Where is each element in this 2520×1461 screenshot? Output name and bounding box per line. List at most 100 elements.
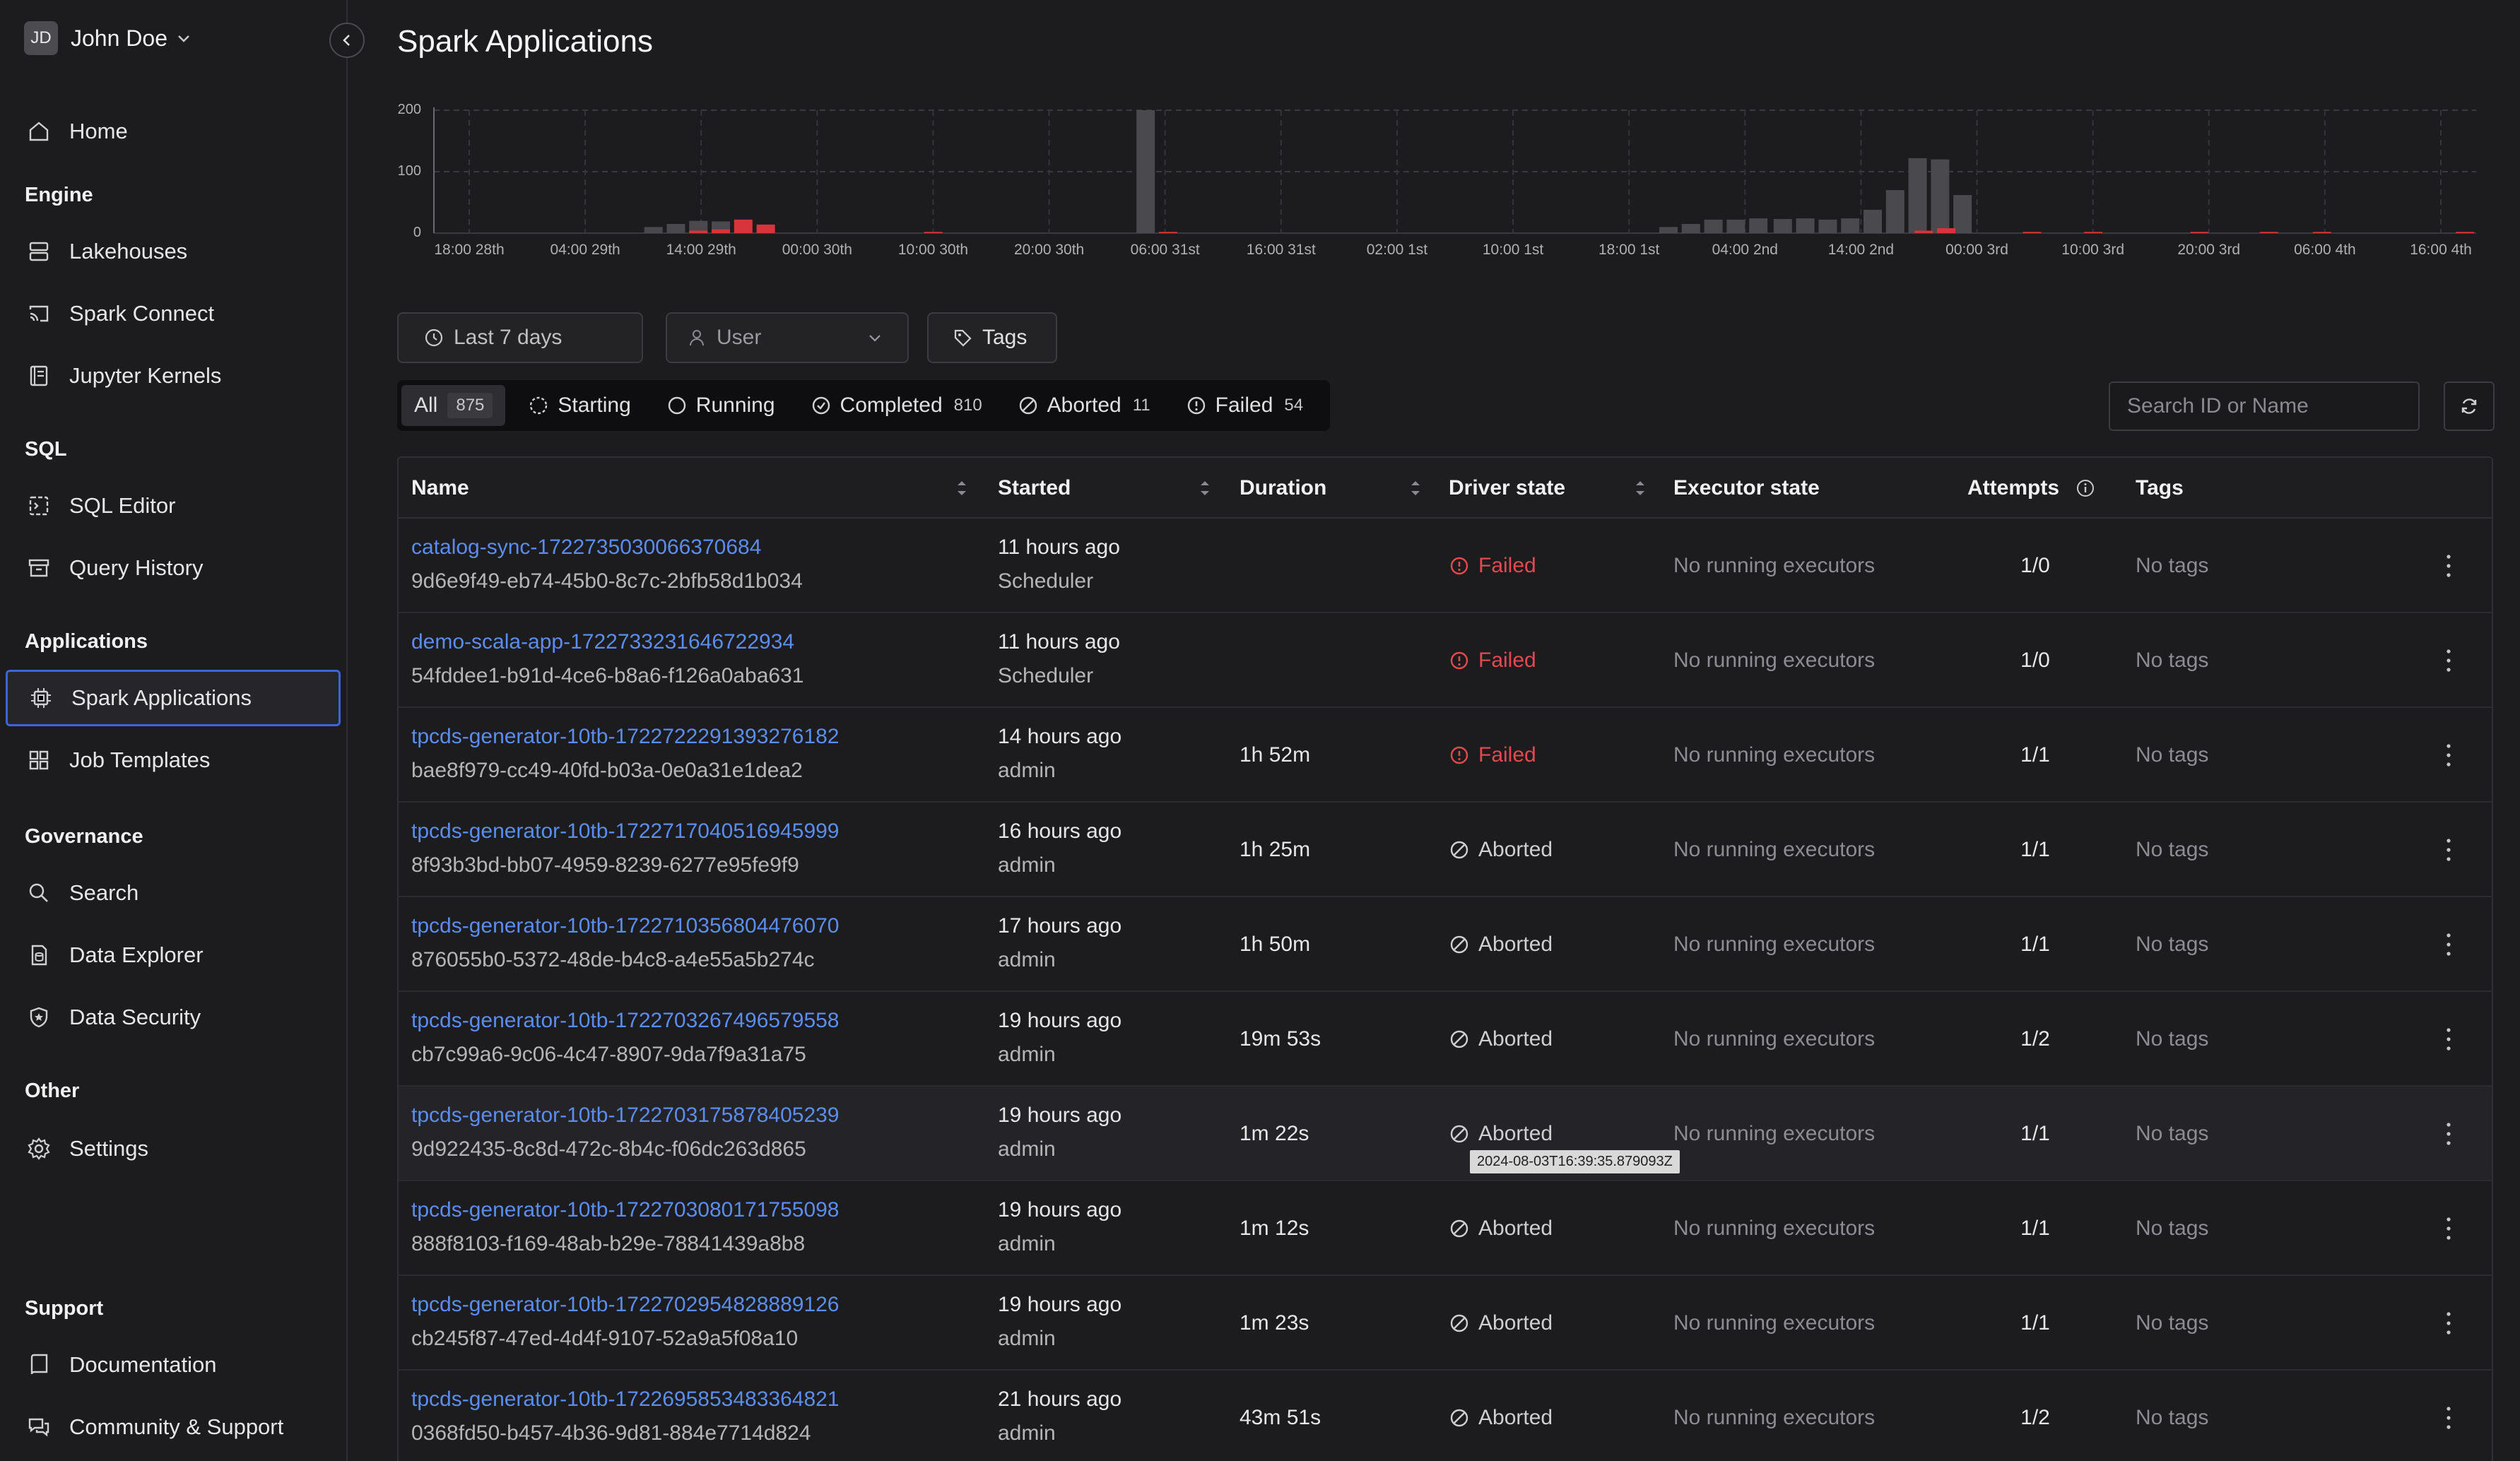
completed-bar[interactable] <box>1818 219 1837 233</box>
sort-icon[interactable] <box>954 478 970 499</box>
failed-bar[interactable] <box>2023 232 2042 233</box>
app-name-link[interactable]: tpcds-generator-10tb-1722703267496579558 <box>411 1009 840 1033</box>
completed-bar[interactable] <box>1659 227 1678 233</box>
avatar: JD <box>24 21 58 55</box>
more-options-icon[interactable] <box>2445 1404 2452 1431</box>
sort-icon[interactable] <box>1632 478 1648 499</box>
nav-jupyter-kernels[interactable]: Jupyter Kernels <box>6 348 341 404</box>
app-name-link[interactable]: tpcds-generator-10tb-1722702954828889126 <box>411 1293 840 1317</box>
more-options-icon[interactable] <box>2445 647 2452 674</box>
failed-bar[interactable] <box>2084 232 2103 233</box>
refresh-button[interactable] <box>2444 381 2495 431</box>
failed-bar[interactable] <box>756 224 775 233</box>
failed-bar[interactable] <box>734 219 753 233</box>
completed-bar[interactable] <box>1749 218 1768 233</box>
nav-lakehouses[interactable]: Lakehouses <box>6 223 341 280</box>
app-name-link[interactable]: tpcds-generator-10tb-1722695853483364821 <box>411 1388 840 1412</box>
app-name-link[interactable]: tpcds-generator-10tb-1722722291393276182 <box>411 725 840 749</box>
table-row[interactable]: tpcds-generator-10tb-1722710356804476070… <box>399 897 2492 992</box>
table-row[interactable]: tpcds-generator-10tb-1722695853483364821… <box>399 1371 2492 1461</box>
completed-bar[interactable] <box>666 223 685 233</box>
nav-spark-applications[interactable]: Spark Applications <box>6 670 341 726</box>
completed-bar[interactable] <box>1136 110 1155 233</box>
completed-bar[interactable] <box>1908 158 1927 233</box>
app-name-link[interactable]: tpcds-generator-10tb-1722703175878405239 <box>411 1104 840 1128</box>
more-options-icon[interactable] <box>2445 931 2452 958</box>
tab-starting[interactable]: Starting <box>515 385 643 426</box>
user-filter[interactable]: User <box>666 312 909 363</box>
table-row[interactable]: tpcds-generator-10tb-1722717040516945999… <box>399 803 2492 897</box>
table-row[interactable]: catalog-sync-1722735030066370684 9d6e9f49… <box>399 519 2492 613</box>
tab-all[interactable]: All 875 <box>401 385 506 426</box>
failed-bar[interactable] <box>2456 232 2475 233</box>
app-name-link[interactable]: tpcds-generator-10tb-1722703080171755098 <box>411 1198 840 1222</box>
table-row[interactable]: tpcds-generator-10tb-1722722291393276182… <box>399 708 2492 803</box>
tab-completed[interactable]: Completed 810 <box>798 385 995 426</box>
col-driver-state[interactable]: Driver state <box>1449 458 1565 519</box>
app-name-link[interactable]: tpcds-generator-10tb-1722710356804476070 <box>411 914 840 938</box>
app-name-link[interactable]: catalog-sync-1722735030066370684 <box>411 536 761 560</box>
failed-bar[interactable] <box>924 232 943 233</box>
tab-running[interactable]: Running <box>654 385 788 426</box>
completed-bar[interactable] <box>1773 218 1792 233</box>
completed-bar[interactable] <box>1885 190 1904 233</box>
more-options-icon[interactable] <box>2445 552 2452 579</box>
nav-settings[interactable]: Settings <box>6 1120 341 1177</box>
nav-job-templates[interactable]: Job Templates <box>6 732 341 788</box>
completed-bar[interactable] <box>1931 159 1950 233</box>
more-options-icon[interactable] <box>2445 1310 2452 1337</box>
completed-bar[interactable] <box>644 227 663 233</box>
failed-bar[interactable] <box>1914 230 1933 233</box>
col-duration[interactable]: Duration <box>1240 458 1326 519</box>
search-input[interactable] <box>2109 381 2420 431</box>
nav-query-history[interactable]: Query History <box>6 540 341 596</box>
failed-bar[interactable] <box>2190 232 2209 233</box>
more-options-icon[interactable] <box>2445 836 2452 863</box>
col-name[interactable]: Name <box>411 458 469 519</box>
table-row[interactable]: demo-scala-app-1722733231646722934 54fdde… <box>399 613 2492 708</box>
completed-bar[interactable] <box>1704 219 1723 233</box>
more-options-icon[interactable] <box>2445 1026 2452 1053</box>
tags-filter[interactable]: Tags <box>927 312 1057 363</box>
nav-data-security[interactable]: Data Security <box>6 989 341 1046</box>
nav-sql-editor[interactable]: SQL Editor <box>6 478 341 534</box>
tab-aborted[interactable]: Aborted 11 <box>1005 385 1163 426</box>
failed-bar[interactable] <box>712 229 731 233</box>
nav-data-explorer[interactable]: Data Explorer <box>6 927 341 983</box>
completed-bar[interactable] <box>1726 219 1745 233</box>
nav-home[interactable]: Home <box>6 103 341 160</box>
failed-bar[interactable] <box>2312 232 2331 233</box>
more-options-icon[interactable] <box>2445 1215 2452 1242</box>
failed-bar[interactable] <box>1158 232 1177 233</box>
app-name-link[interactable]: demo-scala-app-1722733231646722934 <box>411 630 794 654</box>
col-started[interactable]: Started <box>998 458 1071 519</box>
table-row[interactable]: tpcds-generator-10tb-1722703175878405239… <box>399 1087 2492 1181</box>
table-row[interactable]: tpcds-generator-10tb-1722702954828889126… <box>399 1276 2492 1371</box>
failed-bar[interactable] <box>1937 228 1956 233</box>
sort-icon[interactable] <box>1408 478 1423 499</box>
nav-search[interactable]: Search <box>6 865 341 921</box>
completed-bar[interactable] <box>1681 223 1700 233</box>
failed-bar[interactable] <box>2259 232 2278 233</box>
failed-bar[interactable] <box>689 230 708 233</box>
nav-spark-connect[interactable]: Spark Connect <box>6 285 341 342</box>
completed-bar[interactable] <box>1796 218 1815 233</box>
nav-community-support[interactable]: Community & Support <box>6 1399 341 1455</box>
user-menu[interactable]: JD John Doe <box>24 21 192 55</box>
completed-bar[interactable] <box>1953 195 1972 233</box>
sort-icon[interactable] <box>1197 478 1213 499</box>
circle-icon <box>668 396 685 415</box>
completed-bar[interactable] <box>1863 209 1882 233</box>
date-range-filter[interactable]: Last 7 days <box>397 312 643 363</box>
more-options-icon[interactable] <box>2445 1120 2452 1147</box>
info-icon[interactable] <box>2075 478 2096 499</box>
table-row[interactable]: tpcds-generator-10tb-1722703267496579558… <box>399 992 2492 1087</box>
collapse-sidebar-button[interactable] <box>329 23 365 58</box>
tab-failed[interactable]: Failed 54 <box>1173 385 1316 426</box>
started-time: 11 hours ago <box>998 536 1120 559</box>
more-options-icon[interactable] <box>2445 742 2452 769</box>
app-name-link[interactable]: tpcds-generator-10tb-1722717040516945999 <box>411 820 840 844</box>
completed-bar[interactable] <box>1841 218 1860 233</box>
nav-documentation[interactable]: Documentation <box>6 1337 341 1393</box>
table-row[interactable]: tpcds-generator-10tb-1722703080171755098… <box>399 1181 2492 1276</box>
